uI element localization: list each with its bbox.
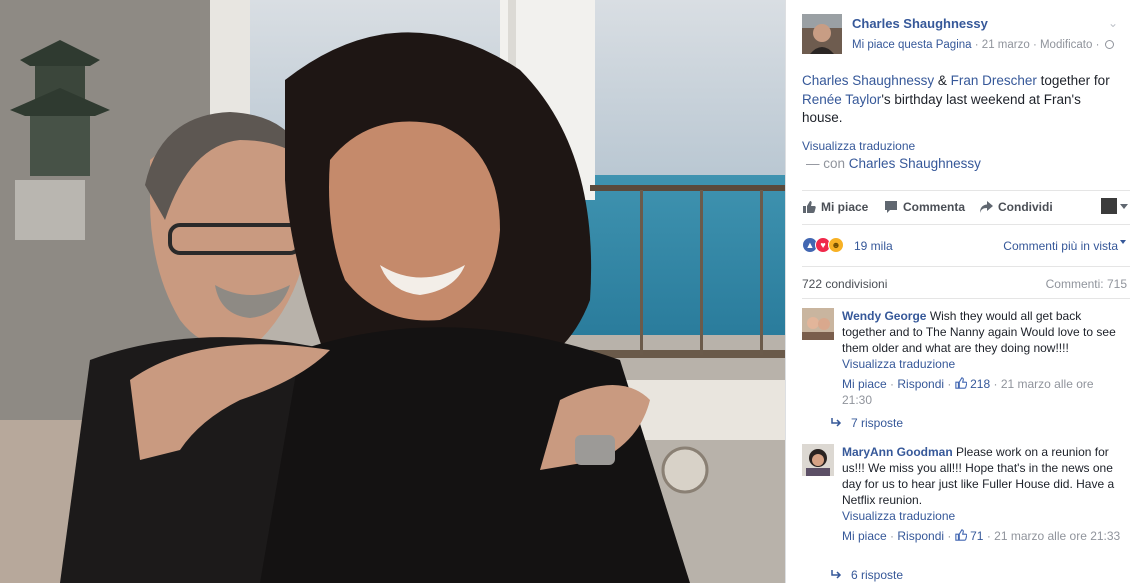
like-label: Mi piace — [821, 200, 869, 214]
reactions-row: ▲ ♥ ☻ 19 mila Commenti più in vista — [802, 237, 1130, 257]
reaction-icons[interactable]: ▲ ♥ ☻ — [802, 237, 844, 253]
comment-body: Wendy George Wish they would all get bac… — [842, 308, 1126, 408]
comment-actions: Mi piace · Rispondi · 218 · 21 marzo all… — [842, 376, 1126, 408]
see-translation-link[interactable]: Visualizza traduzione — [802, 139, 915, 153]
commenter-name[interactable]: Wendy George — [842, 309, 926, 323]
text-amp: & — [934, 73, 951, 88]
meta-separator: · — [947, 377, 955, 391]
comment-item: Wendy George Wish they would all get bac… — [802, 308, 1130, 428]
author-avatar[interactable] — [802, 14, 842, 54]
comment-translation-link[interactable]: Visualizza traduzione — [842, 508, 1126, 524]
meta-separator: · — [947, 529, 955, 543]
author-name-link[interactable]: Charles Shaughnessy — [852, 16, 988, 31]
commenter-avatar[interactable] — [802, 308, 834, 340]
with-line: — con Charles Shaughnessy — [806, 156, 981, 171]
text-mid: together for — [1036, 73, 1110, 88]
comment-item: MaryAnn Goodman Please work on a reunion… — [802, 444, 1130, 564]
with-prefix: — con — [806, 156, 846, 171]
caret-down-icon — [1120, 240, 1126, 244]
post-as-selector[interactable] — [1101, 198, 1128, 214]
caret-down-icon — [1120, 203, 1128, 209]
post-text: Charles Shaughnessy & Fran Drescher toge… — [802, 72, 1124, 128]
thumbs-up-icon — [955, 377, 967, 389]
action-bar: Mi piace Commenta Condividi — [802, 190, 1130, 225]
edited-label[interactable]: Modificato — [1040, 39, 1092, 51]
share-label: Condividi — [998, 200, 1053, 214]
post-meta: Mi piace questa Pagina · 21 marzo · Modi… — [852, 39, 1114, 51]
with-name-link[interactable]: Charles Shaughnessy — [849, 156, 981, 171]
shares-count[interactable]: 722 condivisioni — [802, 277, 887, 291]
comment-body: MaryAnn Goodman Please work on a reunion… — [842, 444, 1126, 544]
comment-like-count[interactable]: 218 — [970, 377, 990, 391]
viewer-avatar — [1101, 198, 1117, 214]
tag-charles[interactable]: Charles Shaughnessy — [802, 73, 934, 88]
replies-count: 7 risposte — [851, 416, 904, 430]
like-button[interactable]: Mi piace — [802, 200, 868, 214]
haha-reaction-icon: ☻ — [828, 237, 844, 253]
post-header: Charles Shaughnessy Mi piace questa Pagi… — [802, 14, 1122, 54]
reply-arrow-icon — [831, 418, 842, 427]
thumbs-up-icon — [803, 201, 816, 213]
comment-sort-label: Commenti più in vista — [1003, 239, 1118, 253]
tag-fran[interactable]: Fran Drescher — [951, 73, 1037, 88]
comment-date[interactable]: 21 marzo alle ore 21:33 — [994, 529, 1120, 543]
commenter-name[interactable]: MaryAnn Goodman — [842, 445, 953, 459]
chevron-down-icon[interactable]: ⌄ — [1108, 16, 1118, 30]
view-replies-link[interactable]: 6 risposte — [831, 568, 903, 582]
comments-count: Commenti: 715 — [1045, 277, 1127, 291]
commenter-avatar[interactable] — [802, 444, 834, 476]
divider — [802, 298, 1130, 299]
comment-sort-dropdown[interactable]: Commenti più in vista — [1003, 239, 1126, 253]
photo-image — [0, 0, 785, 583]
comment-like-count[interactable]: 71 — [970, 529, 983, 543]
comment-like-link[interactable]: Mi piace — [842, 377, 887, 391]
meta-separator: · — [1095, 39, 1103, 51]
post-side-panel: Charles Shaughnessy Mi piace questa Pagi… — [785, 0, 1133, 583]
comment-actions: Mi piace · Rispondi · 71 · 21 marzo alle… — [842, 528, 1126, 544]
comment-reply-link[interactable]: Rispondi — [897, 529, 944, 543]
meta-separator: · — [1032, 39, 1040, 51]
comment-like-link[interactable]: Mi piace — [842, 529, 887, 543]
divider — [802, 266, 1130, 267]
globe-icon[interactable] — [1104, 40, 1114, 49]
comment-reply-link[interactable]: Rispondi — [897, 377, 944, 391]
share-button[interactable]: Condividi — [979, 200, 1053, 214]
comment-translation-link[interactable]: Visualizza traduzione — [842, 356, 1126, 372]
replies-count: 6 risposte — [851, 568, 904, 582]
comment-label: Commenta — [903, 200, 966, 214]
comment-button[interactable]: Commenta — [884, 200, 965, 214]
share-arrow-icon — [980, 201, 993, 213]
thumbs-up-icon — [955, 529, 967, 541]
meta-separator: · — [974, 39, 982, 51]
like-page-link[interactable]: Mi piace questa Pagina — [852, 39, 972, 51]
tag-renee[interactable]: Renée Taylor — [802, 92, 881, 107]
view-replies-link[interactable]: 7 risposte — [831, 416, 903, 430]
meta-separator: · — [993, 377, 1001, 391]
post-photo[interactable] — [0, 0, 785, 583]
reply-arrow-icon — [831, 570, 842, 579]
reactions-count[interactable]: 19 mila — [854, 239, 893, 253]
post-date[interactable]: 21 marzo — [982, 39, 1030, 51]
comment-icon — [885, 201, 897, 213]
